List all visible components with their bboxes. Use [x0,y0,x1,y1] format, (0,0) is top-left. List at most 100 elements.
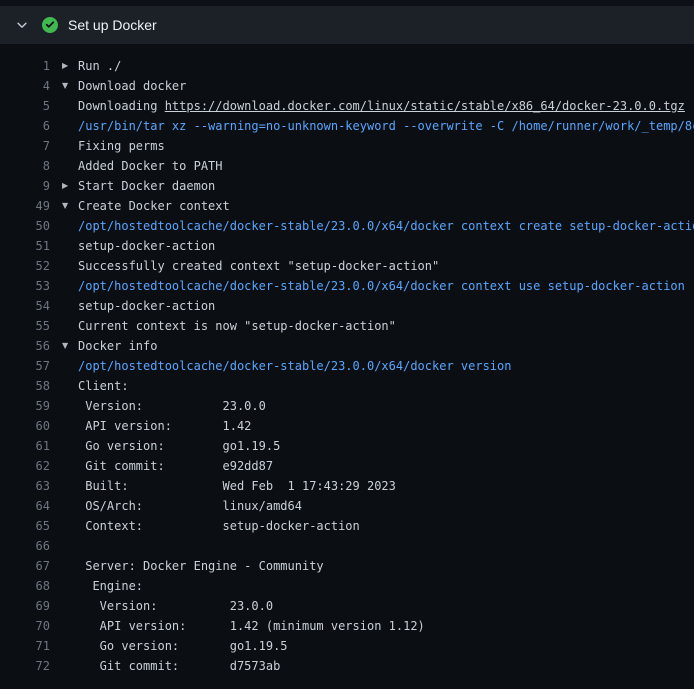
log-text: Built: Wed Feb 1 17:43:29 2023 [78,476,694,496]
log-row: 53/opt/hostedtoolcache/docker-stable/23.… [0,276,694,296]
line-number[interactable]: 68 [0,576,50,596]
log-row: 55 Current context is now "setup-docker-a… [0,316,694,336]
log-text: Version: 23.0.0 [78,596,694,616]
line-number[interactable]: 69 [0,596,50,616]
line-number[interactable]: 66 [0,536,50,556]
log-link[interactable]: https://download.docker.com/linux/static… [165,99,685,113]
log-row: 51setup-docker-action [0,236,694,256]
log-row: 69 Version: 23.0.0 [0,596,694,616]
log-row: 62 Git commit: e92dd87 [0,456,694,476]
success-check-icon [42,17,58,33]
arrow-spacer [62,616,78,636]
line-number[interactable]: 6 [0,116,50,136]
log-text-part: Downloading [78,99,165,113]
arrow-spacer [62,456,78,476]
log-text: Downloading https://download.docker.com/… [78,96,694,116]
log-text: Server: Docker Engine - Community [78,556,694,576]
log-row: 67 Server: Docker Engine - Community [0,556,694,576]
arrow-spacer [62,216,78,236]
log-row: 52 Successfully created context "setup-do… [0,256,694,276]
line-number[interactable]: 8 [0,156,50,176]
log-text: Start Docker daemon [78,176,694,196]
line-number[interactable]: 62 [0,456,50,476]
group-expand-icon[interactable]: ▶ [62,56,78,76]
arrow-spacer [62,236,78,256]
group-collapse-icon[interactable]: ▼ [62,196,78,216]
log-text: Docker info [78,336,694,356]
arrow-spacer [62,116,78,136]
line-number[interactable]: 64 [0,496,50,516]
log-row: 65 Context: setup-docker-action [0,516,694,536]
line-number[interactable]: 56 [0,336,50,356]
arrow-spacer [62,656,78,676]
line-number[interactable]: 7 [0,136,50,156]
line-number[interactable]: 60 [0,416,50,436]
line-number[interactable]: 51 [0,236,50,256]
log-row: 57/opt/hostedtoolcache/docker-stable/23.… [0,356,694,376]
line-number[interactable]: 52 [0,256,50,276]
arrow-spacer [62,256,78,276]
log-row: 61 Go version: go1.19.5 [0,436,694,456]
arrow-spacer [62,636,78,656]
line-number[interactable]: 65 [0,516,50,536]
arrow-spacer [62,356,78,376]
arrow-spacer [62,576,78,596]
log-row: 60 API version: 1.42 [0,416,694,436]
log-text: Successfully created context "setup-dock… [78,256,694,276]
log-row: 63 Built: Wed Feb 1 17:43:29 2023 [0,476,694,496]
arrow-spacer [62,536,78,556]
line-number[interactable]: 59 [0,396,50,416]
line-number[interactable]: 4 [0,76,50,96]
line-number[interactable]: 58 [0,376,50,396]
group-collapse-icon[interactable]: ▼ [62,76,78,96]
line-number[interactable]: 1 [0,56,50,76]
group-expand-icon[interactable]: ▶ [62,176,78,196]
line-number[interactable]: 54 [0,296,50,316]
log-row: 72 Git commit: d7573ab [0,656,694,676]
log-row: 6/usr/bin/tar xz --warning=no-unknown-ke… [0,116,694,136]
log-text: Fixing perms [78,136,694,156]
line-number[interactable]: 9 [0,176,50,196]
log-row: 8Added Docker to PATH [0,156,694,176]
step-header[interactable]: Set up Docker [0,6,694,44]
line-number[interactable]: 63 [0,476,50,496]
log-text: Current context is now "setup-docker-act… [78,316,694,336]
line-number[interactable]: 55 [0,316,50,336]
log-text: Run ./ [78,56,694,76]
line-number[interactable]: 72 [0,656,50,676]
line-number[interactable]: 67 [0,556,50,576]
line-number[interactable]: 5 [0,96,50,116]
log-text: /opt/hostedtoolcache/docker-stable/23.0.… [78,276,694,296]
arrow-spacer [62,416,78,436]
log-text: Git commit: e92dd87 [78,456,694,476]
arrow-spacer [62,316,78,336]
log-text: setup-docker-action [78,296,694,316]
arrow-spacer [62,296,78,316]
log-row: 1 ▶Run ./ [0,56,694,76]
arrow-spacer [62,436,78,456]
line-number[interactable]: 70 [0,616,50,636]
log-text: Engine: [78,576,694,596]
arrow-spacer [62,276,78,296]
log-row: 9 ▶Start Docker daemon [0,176,694,196]
log-row: 70 API version: 1.42 (minimum version 1.… [0,616,694,636]
line-number[interactable]: 61 [0,436,50,456]
line-number[interactable]: 57 [0,356,50,376]
log-text [78,536,694,556]
log-text: Go version: go1.19.5 [78,636,694,656]
log-row: 7 Fixing perms [0,136,694,156]
chevron-down-icon[interactable] [14,17,30,33]
line-number[interactable]: 50 [0,216,50,236]
log-text: /opt/hostedtoolcache/docker-stable/23.0.… [78,356,694,376]
line-number[interactable]: 71 [0,636,50,656]
arrow-spacer [62,136,78,156]
log-text: Git commit: d7573ab [78,656,694,676]
arrow-spacer [62,496,78,516]
log-text: Create Docker context [78,196,694,216]
log-row: 5 Downloading https://download.docker.com… [0,96,694,116]
group-collapse-icon[interactable]: ▼ [62,336,78,356]
line-number[interactable]: 49 [0,196,50,216]
log-row: 58Client: [0,376,694,396]
line-number[interactable]: 53 [0,276,50,296]
log-row: 71 Go version: go1.19.5 [0,636,694,656]
